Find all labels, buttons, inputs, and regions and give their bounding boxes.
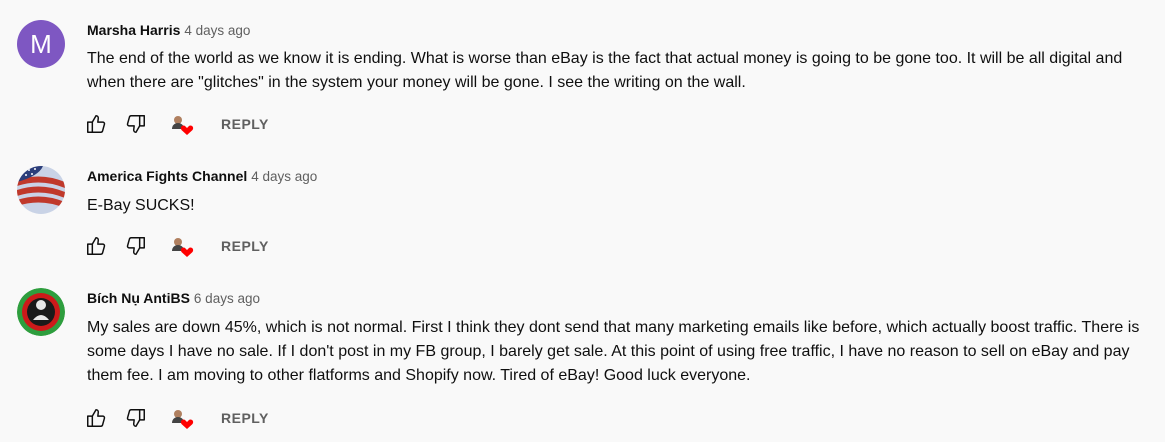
thumb-up-icon[interactable] [85,113,107,135]
author-name[interactable]: America Fights Channel [87,168,247,184]
creator-heart-icon [169,113,195,137]
avatar[interactable]: M [17,20,65,68]
thumb-down-icon[interactable] [125,407,147,429]
comment-header: Marsha Harris 4 days ago [87,20,250,41]
comment-text: The end of the world as we know it is en… [87,50,1123,91]
comment-time[interactable]: 4 days ago [184,23,250,38]
thumb-down-icon[interactable] [125,113,147,135]
comment-header: Bích Nụ AntiBS 6 days ago [87,288,260,309]
thumb-up-icon[interactable] [85,407,107,429]
reply-button[interactable]: REPLY [221,236,269,256]
avatar[interactable] [17,166,65,214]
thumb-up-icon[interactable] [85,235,107,257]
creator-heart-icon [169,407,195,431]
author-name[interactable]: Bích Nụ AntiBS [87,290,190,306]
author-name[interactable]: Marsha Harris [87,22,180,38]
green-red-logo-icon [17,288,65,336]
comment-text: E-Bay SUCKS! [87,197,195,214]
thumb-down-icon[interactable] [125,235,147,257]
avatar[interactable] [17,288,65,336]
reply-button[interactable]: REPLY [221,114,269,134]
creator-heart-icon [169,235,195,259]
comment-time[interactable]: 4 days ago [251,169,317,184]
american-flag-icon [17,166,65,214]
comment-time[interactable]: 6 days ago [194,291,260,306]
reply-button[interactable]: REPLY [221,408,269,428]
comment-text: My sales are down 45%, which is not norm… [87,319,1140,384]
comment-header: America Fights Channel 4 days ago [87,166,317,187]
